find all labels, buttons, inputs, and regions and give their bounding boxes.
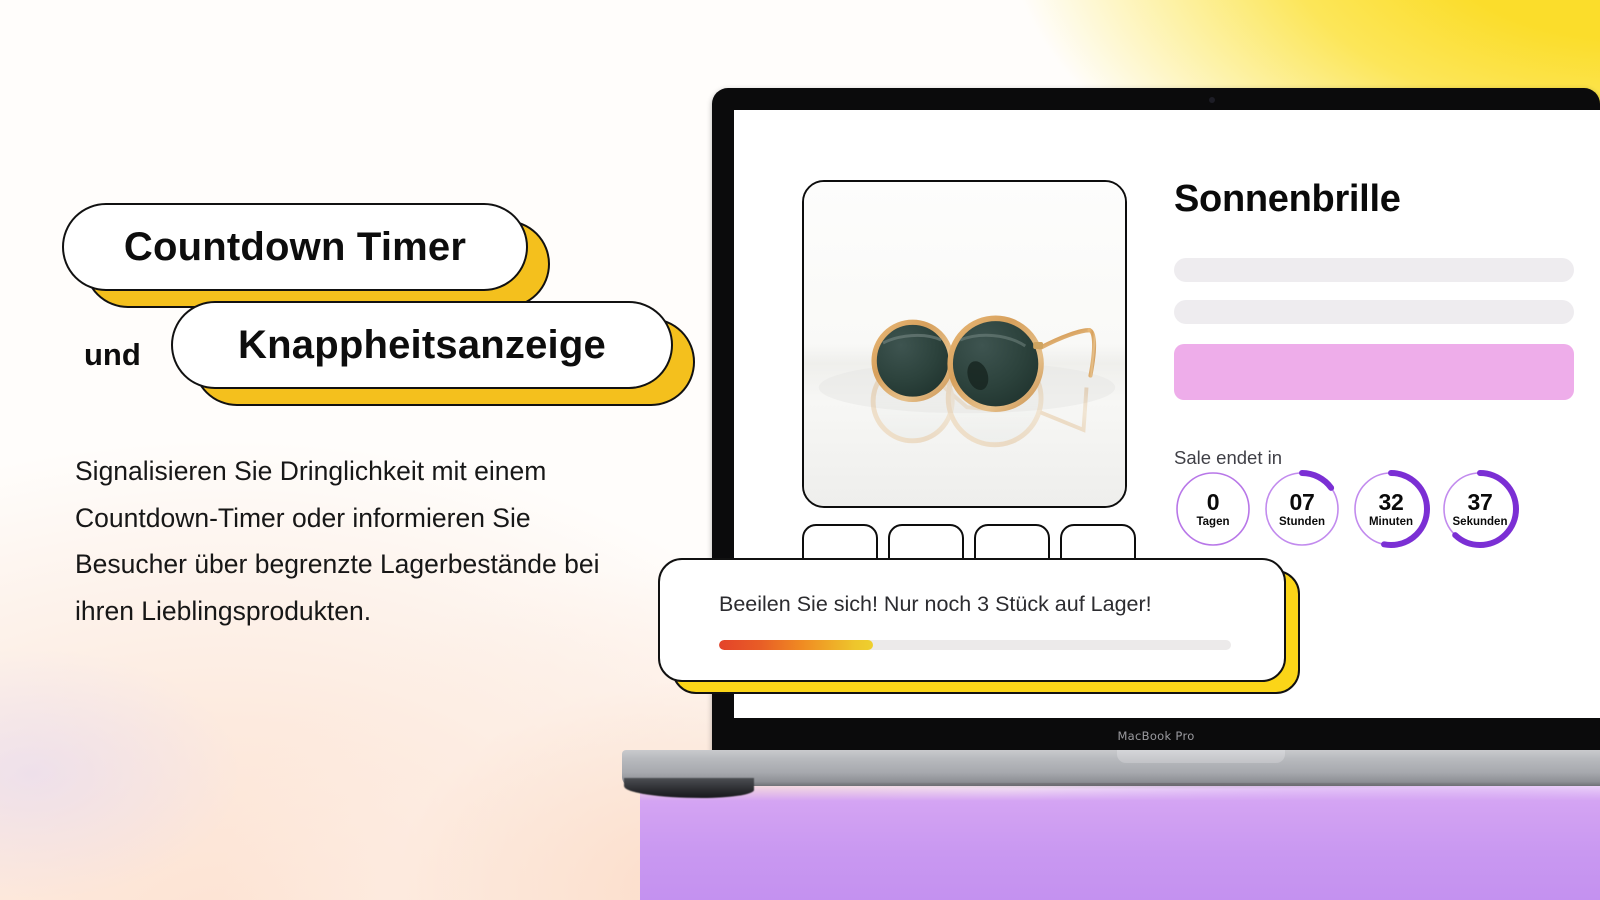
headline-connector: und: [84, 337, 141, 372]
left-content-column: Countdown Timer und Knappheitsanzeige Si…: [0, 0, 700, 900]
countdown-unit-label-seconds: Sekunden: [1452, 516, 1508, 528]
countdown-unit-hours: 07 Stunden: [1263, 470, 1341, 548]
countdown-value-days: 0: [1206, 489, 1220, 515]
body-paragraph: Signalisieren Sie Dringlichkeit mit eine…: [75, 456, 600, 626]
countdown-unit-label-minutes: Minuten: [1368, 516, 1414, 528]
stock-notice-card-group: Beeilen Sie sich! Nur noch 3 Stück auf L…: [658, 558, 1300, 698]
placeholder-line: [1174, 257, 1574, 282]
headline-pill-two: Knappheitsanzeige: [171, 301, 673, 389]
stock-notice-card: Beeilen Sie sich! Nur noch 3 Stück auf L…: [658, 558, 1286, 682]
promo-banner: Countdown Timer und Knappheitsanzeige Si…: [0, 0, 1600, 900]
stock-progress-fill: [719, 640, 873, 650]
countdown-unit-seconds: 37 Sekunden: [1441, 470, 1519, 548]
product-info-panel: Sonnenbrille: [1174, 178, 1574, 400]
sale-countdown-label: Sale endet in: [1174, 447, 1283, 468]
laptop-base-shadow: [642, 783, 1600, 797]
countdown-value-hours: 07: [1289, 489, 1315, 515]
stock-progress-track: [719, 640, 1231, 650]
countdown-unit-label-days: Tagen: [1196, 516, 1230, 528]
countdown-value-seconds: 37: [1467, 489, 1493, 515]
macbook-mockup: Sonnenbrille Sale endet in 0 Tagen 07 St…: [622, 88, 1600, 808]
webcam-icon: [1209, 97, 1215, 103]
headline-pill-two-group: Knappheitsanzeige: [171, 301, 695, 406]
sunglasses-illustration: [804, 182, 1125, 506]
headline-pill-one-group: Countdown Timer: [62, 203, 550, 308]
product-image[interactable]: [802, 180, 1127, 508]
placeholder-line: [1174, 299, 1574, 324]
headline-pill-one: Countdown Timer: [62, 203, 528, 291]
countdown-unit-label-hours: Stunden: [1279, 516, 1325, 528]
laptop-base: [622, 750, 1600, 786]
countdown-value-minutes: 32: [1378, 489, 1404, 515]
stock-notice-message: Beeilen Sie sich! Nur noch 3 Stück auf L…: [719, 592, 1152, 616]
countdown-unit-days: 0 Tagen: [1174, 470, 1252, 548]
add-to-cart-button[interactable]: [1174, 343, 1574, 400]
laptop-base-notch: [1117, 750, 1285, 763]
countdown-unit-minutes: 32 Minuten: [1352, 470, 1430, 548]
countdown-timer-group: 0 Tagen 07 Stunden 32 Minuten 37 Sekunde…: [1174, 470, 1519, 548]
laptop-model-label: MacBook Pro: [1117, 729, 1195, 743]
product-title: Sonnenbrille: [1174, 178, 1401, 220]
